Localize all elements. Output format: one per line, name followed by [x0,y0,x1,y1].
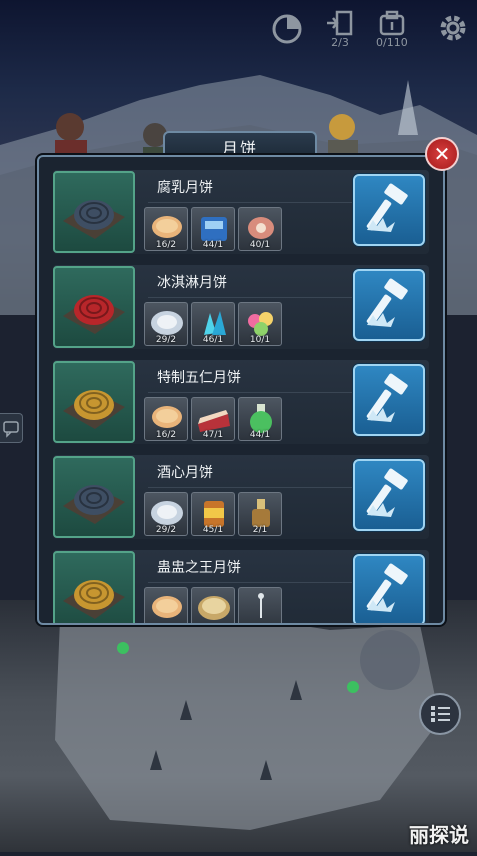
side-chat-tab[interactable] [0,413,23,443]
recipe-name: 特制五仁月饼 [157,370,241,386]
ingredient-slot[interactable]: 40/1 [238,207,282,251]
ingredient-slot[interactable]: 16/2 [144,207,188,251]
mooncake-item-slot[interactable] [53,456,135,538]
task-list-button[interactable] [419,693,461,735]
divider [148,582,369,583]
ingredient-slot[interactable]: 44/1 [191,207,235,251]
backpack-icon[interactable]: 0/110 [376,10,408,49]
ingredient-slot[interactable]: 16/2 [144,397,188,441]
mooncake-item-slot[interactable] [53,551,135,623]
recipe-name: 蛊盅之王月饼 [157,560,241,576]
ingredient-slot[interactable]: 46/1 [191,302,235,346]
mooncake-icon [63,390,125,429]
ingredient-count: 16/2 [155,240,177,250]
ingredient-slot[interactable]: 44/1 [238,397,282,441]
hammer-icon [366,563,408,612]
watermark-text: 丽探说 [409,823,469,847]
ingredient-count: 40/1 [249,240,271,250]
snowy-map-background [0,600,477,852]
recipe-name: 酒心月饼 [157,465,213,481]
divider [148,392,369,393]
ingredient-list: 16/2 47/1 44/1 [144,397,282,441]
ingredient-slot[interactable]: 29/2 [144,492,188,536]
ingredient-list [144,587,282,623]
craft-button[interactable] [353,364,425,436]
flatbread-icon [152,596,182,618]
recipe-name: 腐乳月饼 [157,180,213,196]
recipe-card: 特制五仁月饼 16/2 47/1 44/1 [53,360,429,444]
ingredient-count: 45/1 [202,525,224,535]
ingredient-count: 29/2 [155,335,177,345]
mooncake-item-slot[interactable] [53,361,135,443]
recipe-name: 冰淇淋月饼 [157,275,227,291]
ingredient-list: 16/2 44/1 40/1 [144,207,282,251]
hammer-icon [366,278,408,327]
pin-icon [258,593,264,618]
ingredient-count: 29/2 [155,525,177,535]
ingredient-list: 29/2 46/1 10/1 [144,302,282,346]
recipe-panel: 腐乳月饼 16/2 44/1 40/1 冰淇淋月饼 29/2 46/1 10/1 特制五仁月饼 1… [37,155,445,625]
recipe-card: 冰淇淋月饼 29/2 46/1 10/1 [53,265,429,349]
craft-button[interactable] [353,174,425,246]
bag-count: 0/110 [376,36,408,49]
ingredient-count: 47/1 [202,430,224,440]
ingredient-slot[interactable]: 2/1 [238,492,282,536]
mooncake-icon [63,580,125,619]
recipe-card: 酒心月饼 29/2 45/1 2/1 [53,455,429,539]
mooncake-item-slot[interactable] [53,266,135,348]
exit-door-icon[interactable]: 2/3 [325,10,355,49]
list-icon [431,706,450,722]
ingredient-list: 29/2 45/1 2/1 [144,492,282,536]
close-button[interactable]: ✕ [425,137,459,171]
day-cycle-icon[interactable] [270,12,304,46]
ingredient-slot[interactable] [191,587,235,623]
ingredient-slot[interactable]: 45/1 [191,492,235,536]
ingredient-slot[interactable] [144,587,188,623]
ingredient-slot[interactable]: 47/1 [191,397,235,441]
ingredient-slot[interactable] [238,587,282,623]
craft-button[interactable] [353,269,425,341]
hammer-icon [366,183,408,232]
craft-button[interactable] [353,554,425,623]
mooncake-icon [63,200,125,239]
ingredient-count: 10/1 [249,335,271,345]
settings-gear-icon[interactable] [437,12,469,44]
recipe-card: 蛊盅之王月饼 [53,550,429,623]
mooncake-item-slot[interactable] [53,171,135,253]
hammer-icon [366,468,408,517]
recipe-card: 腐乳月饼 16/2 44/1 40/1 [53,170,429,254]
ingredient-count: 46/1 [202,335,224,345]
divider [148,487,369,488]
ingredient-count: 44/1 [202,240,224,250]
drum-icon [198,596,230,620]
exit-count: 2/3 [331,36,349,49]
ingredient-count: 2/1 [252,525,268,535]
chat-bubble-icon [3,421,19,438]
ingredient-count: 44/1 [249,430,271,440]
craft-button[interactable] [353,459,425,531]
close-icon: ✕ [433,142,451,166]
ingredient-slot[interactable]: 29/2 [144,302,188,346]
mooncake-icon [63,295,125,334]
divider [148,297,369,298]
hammer-icon [366,373,408,422]
ingredient-count: 16/2 [155,430,177,440]
divider [148,202,369,203]
mooncake-icon [63,485,125,524]
ingredient-slot[interactable]: 10/1 [238,302,282,346]
